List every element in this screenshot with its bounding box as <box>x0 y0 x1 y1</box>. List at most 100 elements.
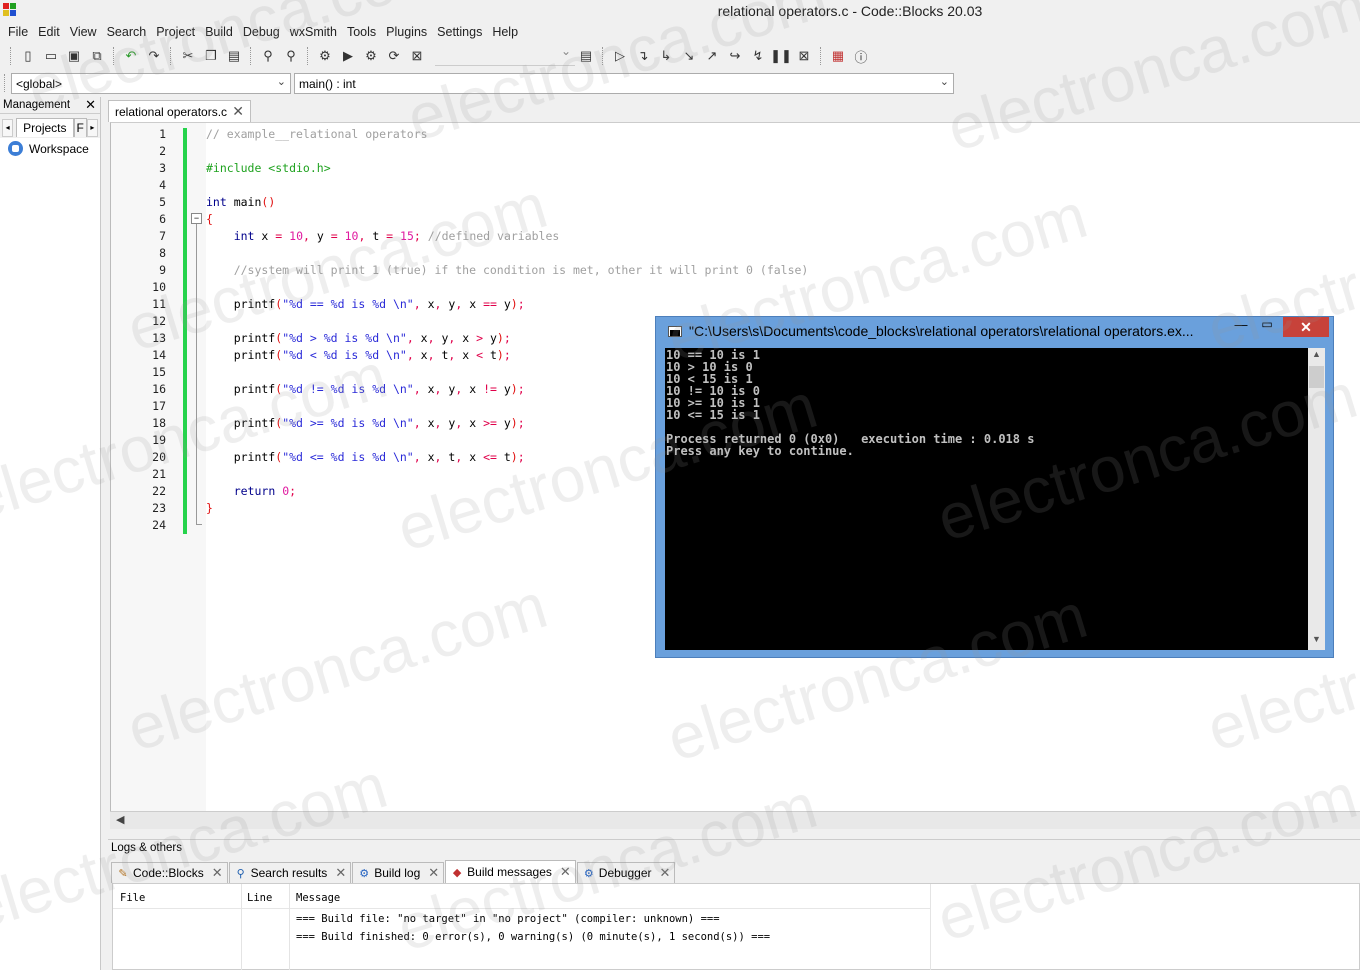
toolbar-grip[interactable] <box>10 47 13 65</box>
save-icon[interactable]: ▣ <box>63 46 85 66</box>
find-icon[interactable]: ⚲ <box>257 46 279 66</box>
next-line-icon[interactable]: ↳ <box>655 46 677 66</box>
console-vertical-scrollbar[interactable]: ▲ ▼ <box>1308 348 1325 650</box>
replace-icon[interactable]: ⚲ <box>280 46 302 66</box>
line-number: 13 <box>152 331 166 345</box>
tab-search-results[interactable]: ⚲ Search results ✕ <box>228 862 352 883</box>
maximize-icon[interactable]: ▭ <box>1254 317 1280 337</box>
log-message[interactable]: === Build file: "no target" in "no proje… <box>296 913 720 925</box>
debugging-windows-icon[interactable]: ▦ <box>827 46 849 66</box>
close-icon[interactable]: ✕ <box>660 865 671 881</box>
run-to-cursor-icon[interactable]: ↴ <box>632 46 654 66</box>
cut-icon[interactable]: ✂ <box>177 46 199 66</box>
close-button[interactable]: ✕ <box>1283 317 1329 337</box>
code-token: , <box>406 331 414 345</box>
undo-icon[interactable]: ↶ <box>120 46 142 66</box>
rebuild-icon[interactable]: ⟳ <box>383 46 405 66</box>
close-icon[interactable]: ✕ <box>85 97 96 113</box>
line-number: 12 <box>152 314 166 328</box>
code-token: } <box>206 501 213 515</box>
menu-wxsmith[interactable]: wxSmith <box>285 23 342 43</box>
copy-icon[interactable]: ❐ <box>200 46 222 66</box>
column-message[interactable]: Message <box>296 892 340 904</box>
step-into-icon[interactable]: ↘ <box>678 46 700 66</box>
code-token: x <box>254 229 276 243</box>
menu-build[interactable]: Build <box>200 23 238 43</box>
horizontal-scrollbar[interactable]: ◀ <box>110 811 1360 829</box>
tab-code-blocks[interactable]: ✎ Code::Blocks ✕ <box>111 862 228 883</box>
column-line[interactable]: Line <box>247 892 272 904</box>
console-window[interactable]: "C:\Users\s\Documents\code_blocks\relati… <box>655 316 1334 658</box>
tab-build-log[interactable]: ⚙ Build log ✕ <box>352 862 445 883</box>
console-title-bar[interactable]: "C:\Users\s\Documents\code_blocks\relati… <box>656 317 1333 345</box>
code-token: x <box>420 450 435 464</box>
menu-view[interactable]: View <box>65 23 102 43</box>
menu-plugins[interactable]: Plugins <box>381 23 432 43</box>
build-gear-icon[interactable]: ⚙ <box>314 46 336 66</box>
menu-file[interactable]: File <box>3 23 33 43</box>
code-token: = <box>330 229 338 243</box>
abort-icon[interactable]: ⊠ <box>406 46 428 66</box>
step-into-instruction-icon[interactable]: ↯ <box>747 46 769 66</box>
log-message[interactable]: === Build finished: 0 error(s), 0 warnin… <box>296 931 770 943</box>
management-header: Management ✕ <box>0 97 100 114</box>
pause-icon[interactable]: ❚❚ <box>770 46 792 66</box>
close-icon[interactable]: ✕ <box>212 865 223 881</box>
workspace-tree-item[interactable]: Workspace <box>0 138 100 159</box>
function-select[interactable]: main() : int ⌄ <box>294 72 954 94</box>
new-file-icon[interactable]: ▯ <box>17 46 39 66</box>
menu-help[interactable]: Help <box>487 23 523 43</box>
show-select-target-icon[interactable]: ▤ <box>575 46 597 66</box>
tab-projects[interactable]: Projects <box>16 118 74 137</box>
scope-select[interactable]: <global> ⌄ <box>11 72 291 94</box>
redo-icon[interactable]: ↷ <box>143 46 165 66</box>
scroll-down-icon[interactable]: ▼ <box>1312 634 1321 644</box>
scroll-left-icon[interactable]: ◀ <box>116 813 124 826</box>
tab-scroll-right-icon[interactable]: ▸ <box>86 118 98 137</box>
step-out-icon[interactable]: ↗ <box>701 46 723 66</box>
toolbar-separator <box>113 47 116 65</box>
tab-files[interactable]: F <box>73 118 87 137</box>
code-text: return 0; <box>206 483 296 500</box>
build-target-combo[interactable] <box>435 44 575 66</box>
save-all-icon[interactable]: ⧉ <box>86 46 108 66</box>
tab-build-messages[interactable]: ◆ Build messages ✕ <box>445 860 576 883</box>
close-icon[interactable]: ✕ <box>428 865 439 881</box>
build-and-run-icon[interactable]: ⚙ <box>360 46 382 66</box>
menu-settings[interactable]: Settings <box>432 23 487 43</box>
close-icon[interactable]: ✕ <box>335 865 346 881</box>
close-icon[interactable]: ✕ <box>232 103 244 120</box>
line-number: 17 <box>152 399 166 413</box>
minimize-icon[interactable]: — <box>1228 317 1254 337</box>
toolbar-grip[interactable] <box>4 74 7 92</box>
next-instruction-icon[interactable]: ↪ <box>724 46 746 66</box>
close-icon[interactable]: ✕ <box>560 864 571 880</box>
code-token: x <box>462 382 484 396</box>
paste-icon[interactable]: ▤ <box>223 46 245 66</box>
menu-tools[interactable]: Tools <box>342 23 381 43</box>
editor-tab[interactable]: relational operators.c ✕ <box>108 100 251 122</box>
code-token: printf <box>206 348 276 362</box>
line-number: 15 <box>152 365 166 379</box>
menu-project[interactable]: Project <box>151 23 200 43</box>
toolbar-separator <box>602 47 605 65</box>
build-messages-list[interactable]: File Line Message === Build file: "no ta… <box>112 883 1360 970</box>
tab-scroll-left-icon[interactable]: ◂ <box>2 118 14 137</box>
tab-debugger[interactable]: ⚙ Debugger ✕ <box>576 862 676 883</box>
fold-toggle-icon[interactable]: − <box>191 213 202 224</box>
menu-search[interactable]: Search <box>102 23 152 43</box>
menu-edit[interactable]: Edit <box>33 23 65 43</box>
run-icon[interactable]: ▶ <box>337 46 359 66</box>
stop-debugger-icon[interactable]: ⊠ <box>793 46 815 66</box>
scroll-up-icon[interactable]: ▲ <box>1312 349 1321 359</box>
workspace-icon <box>8 141 23 156</box>
console-output[interactable]: 10 == 10 is 1 10 > 10 is 0 10 < 15 is 1 … <box>665 348 1308 650</box>
code-text: printf("%d >= %d is %d \n", x, y, x >= y… <box>206 415 525 432</box>
info-icon[interactable]: ⓘ <box>850 46 872 66</box>
column-file[interactable]: File <box>120 892 145 904</box>
menu-debug[interactable]: Debug <box>238 23 285 43</box>
code-token: x <box>455 331 477 345</box>
open-folder-icon[interactable]: ▭ <box>40 46 62 66</box>
debug-continue-icon[interactable]: ▷ <box>609 46 631 66</box>
scroll-thumb[interactable] <box>1309 366 1324 388</box>
